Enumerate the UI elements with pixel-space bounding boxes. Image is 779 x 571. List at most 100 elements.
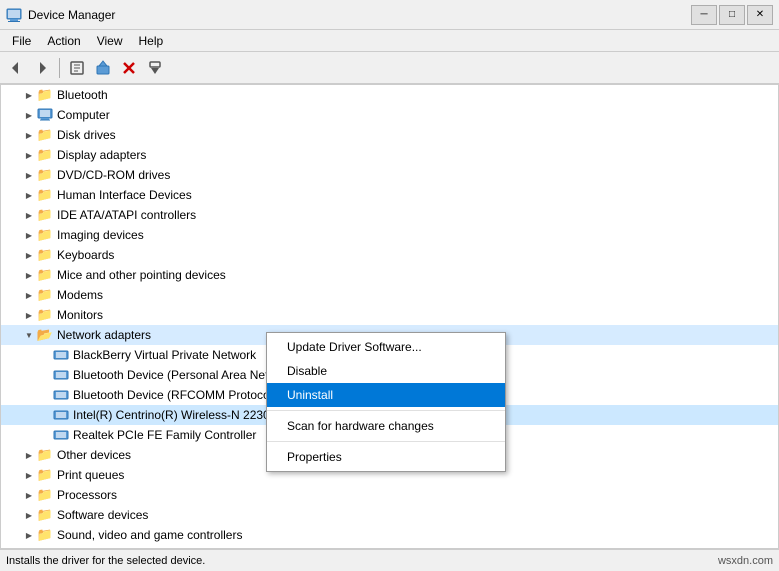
label-processors: Processors [57,488,117,502]
label-blackberry-vpn: BlackBerry Virtual Private Network [73,348,256,362]
menu-file[interactable]: File [4,32,39,50]
label-mice: Mice and other pointing devices [57,268,226,282]
context-menu-update-driver[interactable]: Update Driver Software... [267,335,505,359]
forward-button[interactable] [30,56,54,80]
context-menu-separator-2 [267,441,505,442]
label-intel-wireless: Intel(R) Centrino(R) Wireless-N 2230 [73,408,270,422]
menu-help[interactable]: Help [131,32,172,50]
expand-storage[interactable]: ▶ [21,547,37,549]
folder-icon-storage: 📁 [37,547,53,549]
uninstall-button[interactable] [117,56,141,80]
toolbar-sep-1 [59,58,60,78]
context-menu-disable[interactable]: Disable [267,359,505,383]
tree-item-imaging[interactable]: ▶ 📁 Imaging devices [1,225,778,245]
label-imaging: Imaging devices [57,228,144,242]
label-sound-video: Sound, video and game controllers [57,528,242,542]
context-menu-properties[interactable]: Properties [267,445,505,469]
label-bluetooth-pan: Bluetooth Device (Personal Area Network) [73,368,298,382]
expand-processors[interactable]: ▶ [21,487,37,503]
tree-item-dvd-rom[interactable]: ▶ 📁 DVD/CD-ROM drives [1,165,778,185]
label-hid: Human Interface Devices [57,188,192,202]
label-keyboards: Keyboards [57,248,114,262]
expand-other-devices[interactable]: ▶ [21,447,37,463]
label-disk-drives: Disk drives [57,128,116,142]
label-realtek: Realtek PCIe FE Family Controller [73,428,256,442]
expand-bluetooth-pan [37,367,53,383]
tree-item-computer[interactable]: ▶ Computer [1,105,778,125]
maximize-button[interactable]: □ [719,5,745,25]
label-bluetooth: Bluetooth [57,88,108,102]
close-button[interactable]: ✕ [747,5,773,25]
expand-imaging[interactable]: ▶ [21,227,37,243]
tree-item-storage[interactable]: ▶ 📁 Storage controllers [1,545,778,549]
expand-modems[interactable]: ▶ [21,287,37,303]
tree-item-bluetooth[interactable]: ▶ 📁 Bluetooth [1,85,778,105]
expand-computer[interactable]: ▶ [21,107,37,123]
tree-item-keyboards[interactable]: ▶ 📁 Keyboards [1,245,778,265]
folder-icon-network-adapters: 📂 [37,327,53,343]
expand-dvd-rom[interactable]: ▶ [21,167,37,183]
expand-intel-wireless [37,407,53,423]
label-ide: IDE ATA/ATAPI controllers [57,208,196,222]
tree-item-modems[interactable]: ▶ 📁 Modems [1,285,778,305]
expand-bluetooth-rfcomm [37,387,53,403]
label-software-devices: Software devices [57,508,148,522]
folder-icon-other-devices: 📁 [37,447,53,463]
label-monitors: Monitors [57,308,103,322]
menu-action[interactable]: Action [39,32,88,50]
label-other-devices: Other devices [57,448,131,462]
label-bluetooth-rfcomm: Bluetooth Device (RFCOMM Protocol TDI) [73,388,299,402]
folder-icon-software-devices: 📁 [37,507,53,523]
menu-bar: File Action View Help [0,30,779,52]
tree-item-ide[interactable]: ▶ 📁 IDE ATA/ATAPI controllers [1,205,778,225]
tree-item-disk-drives[interactable]: ▶ 📁 Disk drives [1,125,778,145]
menu-view[interactable]: View [89,32,131,50]
toolbar [0,52,779,84]
expand-ide[interactable]: ▶ [21,207,37,223]
expand-disk-drives[interactable]: ▶ [21,127,37,143]
status-bar: Installs the driver for the selected dev… [0,549,779,571]
context-menu-uninstall[interactable]: Uninstall [267,383,505,407]
expand-network-adapters[interactable]: ▼ [21,327,37,343]
status-brand: wsxdn.com [718,555,773,567]
folder-icon-display-adapters: 📁 [37,147,53,163]
tree-item-sound-video[interactable]: ▶ 📁 Sound, video and game controllers [1,525,778,545]
folder-icon-dvd-rom: 📁 [37,167,53,183]
expand-keyboards[interactable]: ▶ [21,247,37,263]
expand-display-adapters[interactable]: ▶ [21,147,37,163]
folder-icon-imaging: 📁 [37,227,53,243]
tree-item-software-devices[interactable]: ▶ 📁 Software devices [1,505,778,525]
expand-mice[interactable]: ▶ [21,267,37,283]
context-menu-separator [267,410,505,411]
folder-icon-processors: 📁 [37,487,53,503]
label-storage: Storage controllers [57,548,158,549]
expand-bluetooth[interactable]: ▶ [21,87,37,103]
tree-item-mice[interactable]: ▶ 📁 Mice and other pointing devices [1,265,778,285]
title-bar-left: Device Manager [6,7,115,23]
tree-item-hid[interactable]: ▶ 📁 Human Interface Devices [1,185,778,205]
minimize-button[interactable]: ─ [691,5,717,25]
expand-print-queues[interactable]: ▶ [21,467,37,483]
adapter-icon-intel-wireless [53,407,69,423]
tree-view[interactable]: ▶ 📁 Bluetooth ▶ Computer ▶ 📁 Disk drives… [0,84,779,549]
label-dvd-rom: DVD/CD-ROM drives [57,168,170,182]
properties-button[interactable] [65,56,89,80]
scan-button[interactable] [143,56,167,80]
tree-item-processors[interactable]: ▶ 📁 Processors [1,485,778,505]
folder-icon-bluetooth: 📁 [37,87,53,103]
tree-item-monitors[interactable]: ▶ 📁 Monitors [1,305,778,325]
context-menu: Update Driver Software... Disable Uninst… [266,332,506,472]
label-network-adapters: Network adapters [57,328,151,342]
context-menu-scan[interactable]: Scan for hardware changes [267,414,505,438]
folder-icon-hid: 📁 [37,187,53,203]
expand-monitors[interactable]: ▶ [21,307,37,323]
expand-hid[interactable]: ▶ [21,187,37,203]
folder-icon-ide: 📁 [37,207,53,223]
app-icon [6,7,22,23]
update-driver-button[interactable] [91,56,115,80]
expand-sound-video[interactable]: ▶ [21,527,37,543]
expand-software-devices[interactable]: ▶ [21,507,37,523]
tree-item-display-adapters[interactable]: ▶ 📁 Display adapters [1,145,778,165]
back-button[interactable] [4,56,28,80]
main-area: ▶ 📁 Bluetooth ▶ Computer ▶ 📁 Disk drives… [0,84,779,549]
